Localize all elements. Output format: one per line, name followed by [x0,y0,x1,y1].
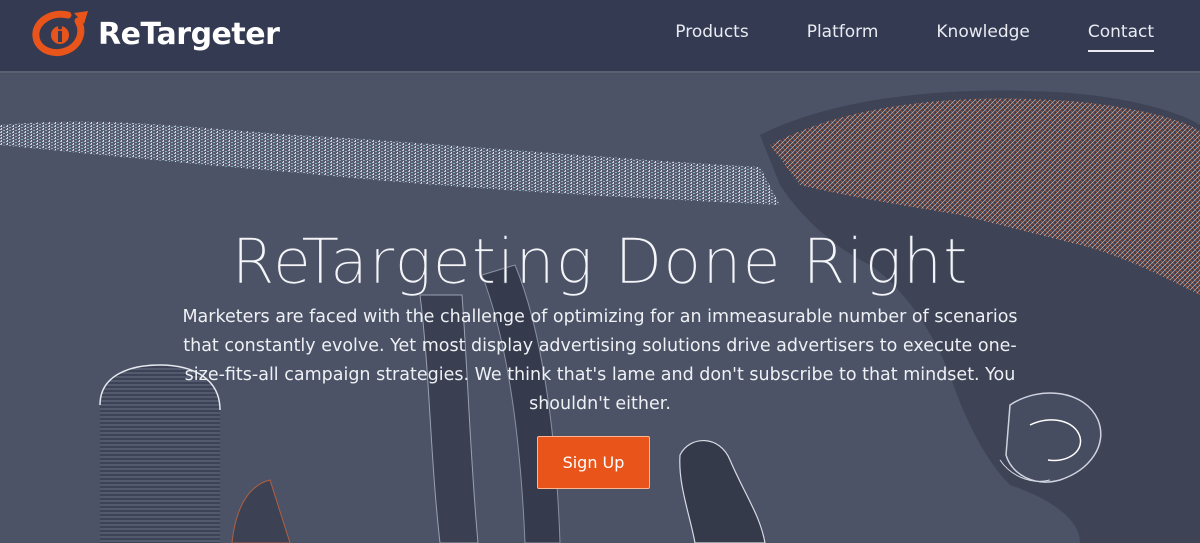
brand-name: ReTargeter [98,16,280,52]
retargeter-logo-icon [32,10,88,56]
hero-description: Marketers are faced with the challenge o… [182,307,1018,414]
sign-up-button[interactable]: Sign Up [537,436,650,489]
nav-item-products[interactable]: Products [675,22,748,52]
top-navbar: ReTargeter Products Platform Knowledge C… [0,0,1200,73]
nav-item-platform[interactable]: Platform [807,22,879,52]
brand-logo[interactable]: ReTargeter [30,9,280,59]
main-nav: Products Platform Knowledge Contact [617,22,1154,52]
nav-item-contact[interactable]: Contact [1087,22,1154,52]
hero-section: ReTargeting Done Right Marketers are fac… [0,75,1200,543]
nav-item-knowledge[interactable]: Knowledge [936,22,1029,52]
hero-title: ReTargeting Done Right [231,225,969,299]
